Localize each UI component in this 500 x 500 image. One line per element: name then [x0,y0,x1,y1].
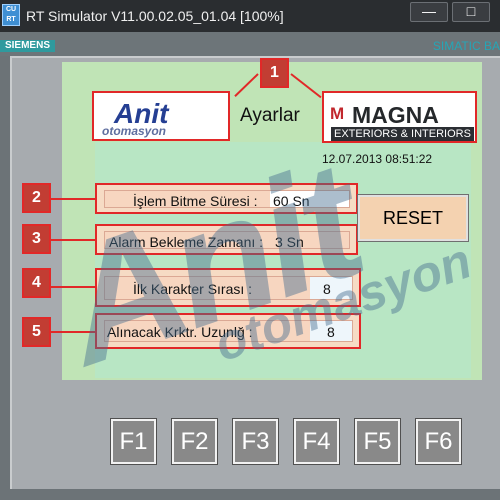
function-key-f4[interactable]: F4 [293,418,340,465]
alarm-wait-label: Alarm Bekleme Zamanı : [109,234,264,250]
read-length-field[interactable]: Alınacak Krktr. Uzunlğ : 8 [95,313,361,349]
magna-logo-sub: EXTERIORS & INTERIORS [331,127,474,141]
read-length-value[interactable]: 8 [327,324,335,340]
function-key-f5[interactable]: F5 [354,418,401,465]
magna-mark-icon: M [330,104,345,123]
alarm-wait-field[interactable]: Alarm Bekleme Zamanı : 3 Sn [95,224,358,255]
title-bar: CU RT RT Simulator V11.00.02.05_01.04 [1… [0,0,500,32]
simatic-label: SIMATIC BA [432,39,500,53]
function-key-f1[interactable]: F1 [110,418,157,465]
callout-1: 1 [260,58,289,88]
callout-2: 2 [22,183,51,213]
anit-logo: Anit otomasyon [92,91,230,141]
first-char-field[interactable]: İlk Karakter Sırası : 8 [95,268,361,307]
process-time-field[interactable]: İşlem Bitme Süresi : 60 Sn [95,183,358,214]
app-icon: CU RT [2,4,20,26]
siemens-logo: SIEMENS [0,40,55,52]
callout-arrow-5 [51,331,95,333]
callout-4: 4 [22,268,51,298]
callout-3: 3 [22,224,51,254]
function-key-f3[interactable]: F3 [232,418,279,465]
callout-arrow-4 [51,286,95,288]
page-title: Ayarlar [240,105,300,126]
callout-5: 5 [22,317,51,347]
read-length-label: Alınacak Krktr. Uzunlğ : [107,324,253,340]
window-title: RT Simulator V11.00.02.05_01.04 [100%] [26,8,284,24]
first-char-label: İlk Karakter Sırası : [133,281,253,297]
first-char-value[interactable]: 8 [323,281,331,297]
maximize-button[interactable]: □ [452,2,490,22]
magna-logo: M MAGNA EXTERIORS & INTERIORS [322,91,477,143]
function-key-f2[interactable]: F2 [171,418,218,465]
anit-logo-sub: otomasyon [102,124,167,138]
minimize-button[interactable]: — [410,2,448,22]
callout-arrow-2 [51,198,95,200]
datetime-display: 12.07.2013 08:51:22 [322,152,433,166]
reset-button[interactable]: RESET [357,194,469,242]
alarm-wait-value[interactable]: 3 Sn [275,234,304,250]
panel-header: SIEMENS SIMATIC BA [0,32,500,56]
function-key-f6[interactable]: F6 [415,418,462,465]
process-time-label: İşlem Bitme Süresi : [133,193,258,209]
process-time-value[interactable]: 60 Sn [273,193,310,209]
callout-arrow-3 [51,239,95,241]
magna-logo-text: MAGNA [352,102,439,128]
